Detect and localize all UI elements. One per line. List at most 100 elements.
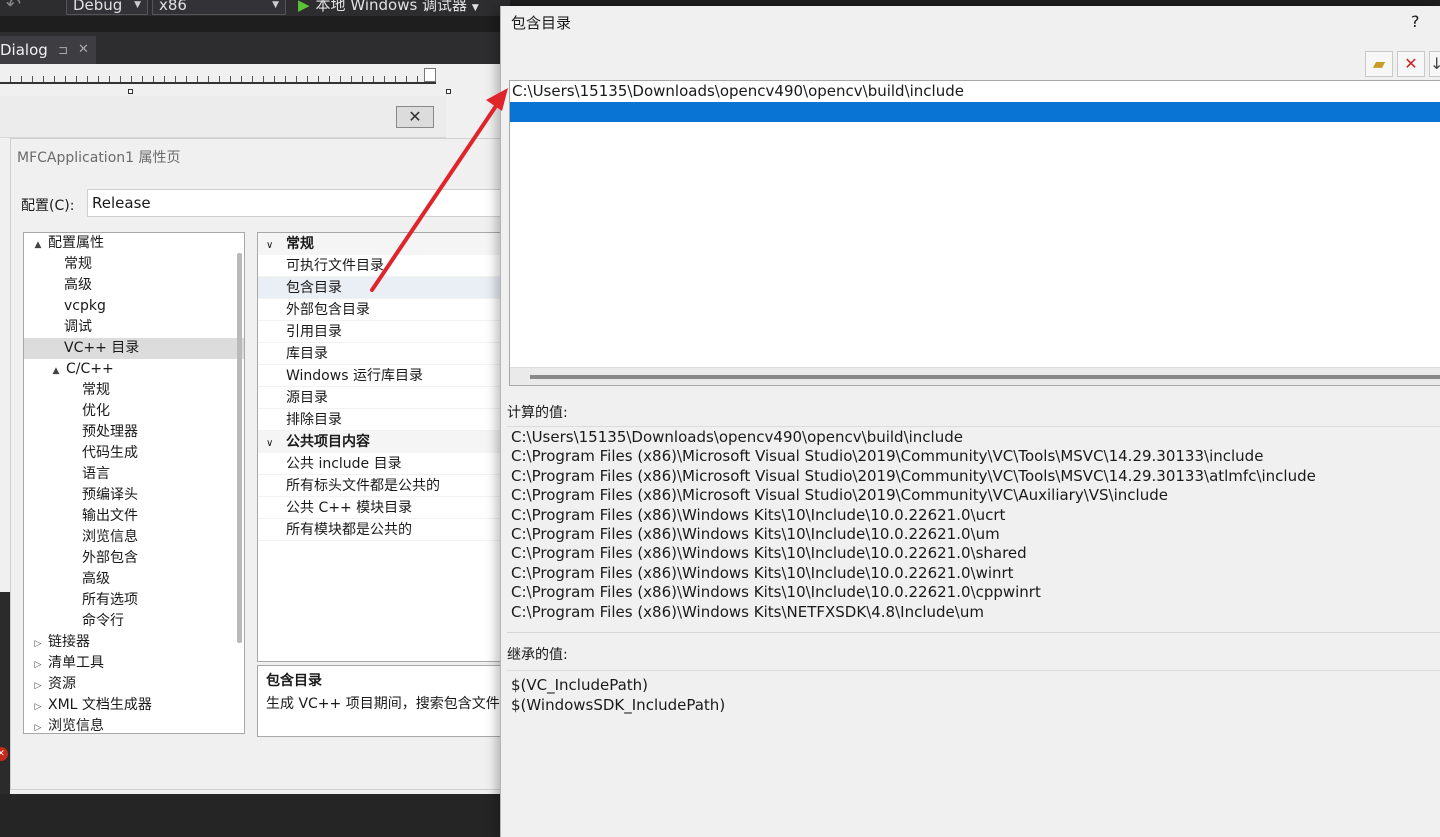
expand-arrow-icon[interactable]: ▷: [32, 697, 44, 718]
property-row[interactable]: Windows 运行库目录: [258, 365, 511, 387]
tree-item-label: 所有选项: [82, 592, 138, 608]
solution-config-combo[interactable]: Debug ▼: [66, 0, 148, 15]
tree-scrollbar[interactable]: [237, 253, 242, 643]
tree-item[interactable]: vcpkg: [24, 296, 244, 317]
scrollbar-thumb[interactable]: [530, 375, 1440, 379]
tree-item[interactable]: ▲ 配置属性: [24, 233, 244, 254]
undo-icon[interactable]: ↶: [6, 0, 21, 15]
tree-item[interactable]: ▲ C/C++: [24, 359, 244, 380]
close-icon[interactable]: ✕: [78, 36, 89, 64]
new-line-button[interactable]: ▰: [1365, 51, 1393, 77]
tree-item[interactable]: 命令行: [24, 611, 244, 632]
tree-item-label: 输出文件: [82, 508, 138, 524]
property-name: 库目录: [286, 346, 328, 362]
include-path-entry[interactable]: C:\Users\15135\Downloads\opencv490\openc…: [510, 81, 1440, 102]
new-entry-row-selected[interactable]: [510, 102, 1440, 122]
tree-item[interactable]: ▷ 资源: [24, 674, 244, 695]
evaluated-value: C:\Program Files (x86)\Microsoft Visual …: [511, 447, 1264, 466]
tree-item[interactable]: 预处理器: [24, 422, 244, 443]
tree-item-label: 清单工具: [48, 655, 104, 671]
tree-item[interactable]: 输出文件: [24, 506, 244, 527]
vs-side-panel: [0, 592, 10, 802]
tree-item[interactable]: 语言: [24, 464, 244, 485]
tree-item-label: 常规: [64, 256, 92, 272]
inherited-values-list: $(VC_IncludePath) $(WindowsSDK_IncludePa…: [507, 670, 1440, 715]
grid-category[interactable]: ∨ 公共项目内容: [258, 431, 511, 453]
tree-item[interactable]: ▷ 清单工具: [24, 653, 244, 674]
collapse-arrow-icon[interactable]: ▲: [32, 235, 44, 256]
start-debugging-button[interactable]: ▶ 本地 Windows 调试器 ▼: [298, 0, 479, 17]
tree-item[interactable]: ▷ 链接器: [24, 632, 244, 653]
evaluated-value: C:\Program Files (x86)\Windows Kits\10\I…: [511, 563, 1014, 582]
description-panel: 包含目录 生成 VC++ 项目期间，搜索包含文件: [257, 665, 511, 737]
resize-handle[interactable]: [128, 89, 133, 94]
tree-item-label: 资源: [48, 676, 76, 692]
include-paths-editor[interactable]: C:\Users\15135\Downloads\opencv490\openc…: [509, 80, 1440, 386]
resize-handle[interactable]: [446, 89, 451, 94]
tree-item[interactable]: 预编译头: [24, 485, 244, 506]
property-row[interactable]: 所有模块都是公共的: [258, 519, 511, 541]
tree-item[interactable]: 优化: [24, 401, 244, 422]
ruler-end: [424, 68, 436, 82]
tree-item[interactable]: 浏览信息: [24, 527, 244, 548]
tree-item[interactable]: 所有选项: [24, 590, 244, 611]
delete-button[interactable]: ✕: [1397, 51, 1425, 77]
expand-arrow-icon[interactable]: ▷: [32, 676, 44, 697]
grid-category[interactable]: ∨ 常规: [258, 233, 511, 255]
expand-arrow-icon[interactable]: ▷: [32, 634, 44, 655]
tree-item[interactable]: VC++ 目录: [24, 338, 244, 359]
tree-item[interactable]: 调试: [24, 317, 244, 338]
tree-item-label: vcpkg: [64, 298, 106, 314]
tree-item-label: 常规: [82, 382, 110, 398]
property-name: 公共 include 目录: [286, 456, 402, 472]
property-row[interactable]: 包含目录: [258, 277, 511, 299]
platform-combo[interactable]: x86 ▼: [152, 0, 286, 15]
close-icon[interactable]: ✕: [396, 106, 434, 128]
property-row[interactable]: 外部包含目录: [258, 299, 511, 321]
tree-item-label: 代码生成: [82, 445, 138, 461]
tree-item[interactable]: 外部包含: [24, 548, 244, 569]
property-row[interactable]: 所有标头文件都是公共的: [258, 475, 511, 497]
property-name: 引用目录: [286, 324, 342, 340]
tree-item[interactable]: 常规: [24, 380, 244, 401]
property-row[interactable]: 源目录: [258, 387, 511, 409]
include-directories-dialog: 包含目录 ? ▰ ✕ ↓ C:\Users\15135\Downloads\op…: [500, 6, 1440, 837]
collapse-arrow-icon[interactable]: ▲: [50, 361, 62, 382]
arrow-down-icon: ↓: [1430, 54, 1440, 73]
tree-item[interactable]: 代码生成: [24, 443, 244, 464]
property-row[interactable]: 公共 include 目录: [258, 453, 511, 475]
tree-item[interactable]: ▷ XML 文档生成器: [24, 695, 244, 716]
pin-icon[interactable]: ⊐: [58, 36, 68, 64]
tree-item-label: 预处理器: [82, 424, 138, 440]
expand-arrow-icon[interactable]: ▷: [32, 655, 44, 676]
tree-item[interactable]: 高级: [24, 569, 244, 590]
dialog-title: 包含目录: [511, 14, 572, 32]
tree-item[interactable]: 常规: [24, 254, 244, 275]
property-row[interactable]: 公共 C++ 模块目录: [258, 497, 511, 519]
property-name: 所有标头文件都是公共的: [286, 478, 440, 494]
property-row[interactable]: 可执行文件目录: [258, 255, 511, 277]
help-button[interactable]: ?: [1411, 12, 1420, 31]
tree-item[interactable]: ▷ 浏览信息: [24, 716, 244, 733]
chevron-down-icon: ▼: [471, 3, 479, 13]
property-pages-window: MFCApplication1 属性页 配置(C): Release ▲ 配置属性…: [10, 138, 511, 790]
play-icon: ▶: [298, 0, 310, 14]
tab-dialog[interactable]: Dialog ⊐ ✕: [0, 36, 96, 64]
chevron-down-icon[interactable]: ∨: [266, 433, 286, 455]
expand-arrow-icon[interactable]: ▷: [32, 718, 44, 733]
property-row[interactable]: 引用目录: [258, 321, 511, 343]
inherited-value-label: 继承的值:: [507, 647, 568, 663]
ruler: [0, 68, 436, 84]
horizontal-scrollbar[interactable]: [510, 367, 1440, 385]
vs-bottom-panel: [0, 794, 510, 837]
property-row[interactable]: 库目录: [258, 343, 511, 365]
property-name: 公共 C++ 模块目录: [286, 500, 413, 516]
configuration-combo[interactable]: Release: [87, 189, 511, 217]
property-row[interactable]: 排除目录: [258, 409, 511, 431]
new-folder-icon: ▰: [1372, 54, 1386, 73]
chevron-down-icon[interactable]: ∨: [266, 235, 286, 257]
property-name: 公共项目内容: [286, 434, 370, 450]
inherited-value: $(VC_IncludePath): [511, 676, 649, 694]
move-down-button[interactable]: ↓: [1429, 51, 1440, 77]
tree-item[interactable]: 高级: [24, 275, 244, 296]
